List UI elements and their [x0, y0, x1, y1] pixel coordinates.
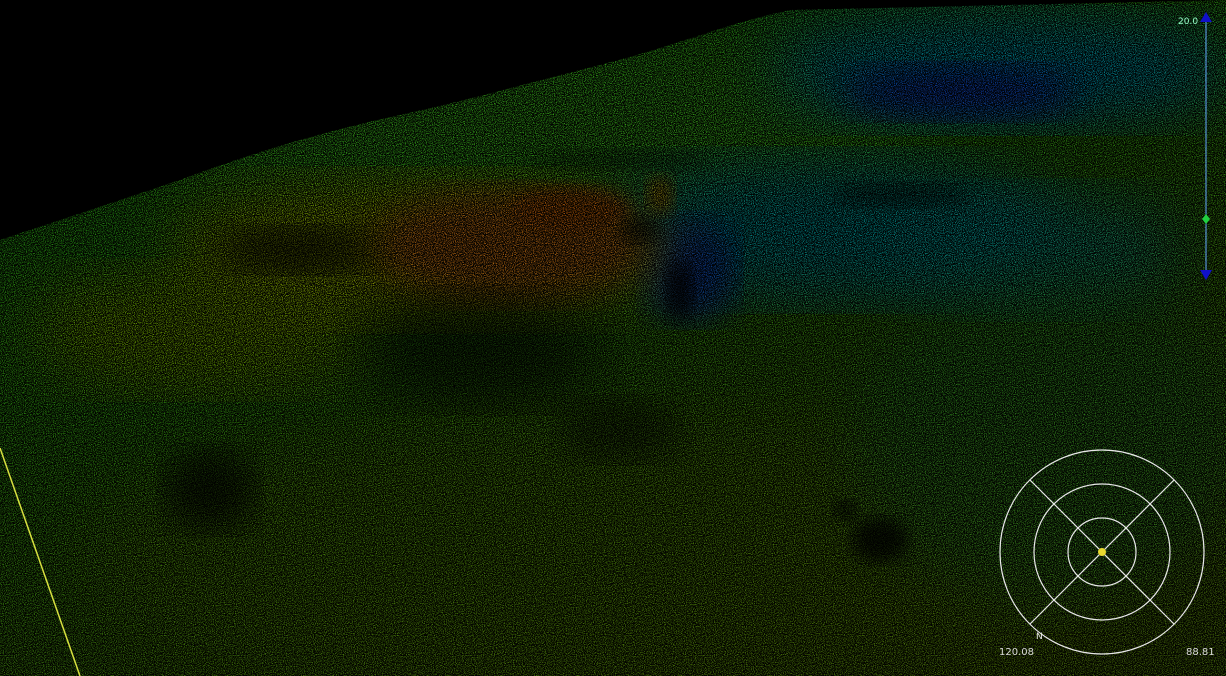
compass-center-dot	[1098, 548, 1106, 556]
readout-right-value: 88.81	[1186, 647, 1215, 658]
scale-top-label: 20.0	[1178, 17, 1199, 27]
readout-left-value: 120.08	[999, 647, 1034, 658]
triangle-down-icon[interactable]	[1200, 270, 1212, 280]
triangle-up-icon[interactable]	[1200, 12, 1212, 22]
diamond-marker-icon[interactable]	[1202, 214, 1210, 224]
point-cloud-viewport[interactable]: 20.0 N 120.08 88.81	[0, 0, 1226, 676]
compass-north-label: N	[1036, 632, 1043, 642]
compass-rose-icon[interactable]	[996, 446, 1208, 658]
depth-scale[interactable]	[1196, 12, 1216, 284]
